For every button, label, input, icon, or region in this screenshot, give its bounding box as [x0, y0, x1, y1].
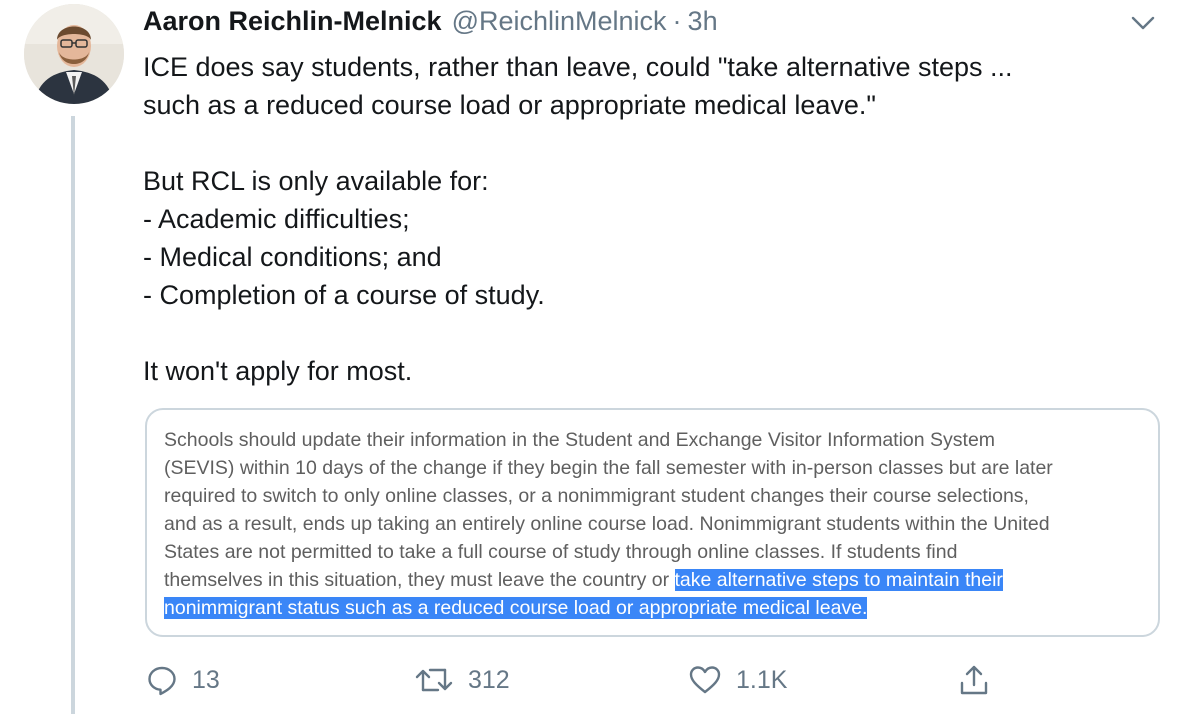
quoted-text-line: (SEVIS) within 10 days of the change if … [164, 457, 1053, 479]
retweet-count: 312 [468, 665, 510, 694]
retweet-button[interactable]: 312 [414, 655, 510, 705]
quoted-image-card[interactable]: Schools should update their information … [145, 408, 1160, 637]
share-icon [958, 663, 990, 697]
tweet-text-line [143, 314, 1163, 352]
tweet-text-line: such as a reduced course load or appropr… [143, 90, 877, 120]
tweet-actions: 13 312 1.1K [0, 655, 1190, 705]
author-handle[interactable]: @ReichlinMelnick [452, 6, 667, 37]
quoted-text-line: nonimmigrant status such as a reduced co… [164, 594, 1164, 622]
tweet-text-line: But RCL is only available for: [143, 166, 489, 196]
heart-icon [688, 664, 722, 696]
separator-dot: · [672, 6, 682, 36]
retweet-icon [414, 664, 454, 696]
avatar-image [24, 4, 124, 104]
tweet-text-line [143, 124, 1163, 162]
tweet-text-line: It won't apply for most. [143, 356, 413, 386]
quoted-text-line: and as a result, ends up taking an entir… [164, 513, 1050, 535]
author-name[interactable]: Aaron Reichlin-Melnick [143, 6, 442, 37]
chevron-down-icon[interactable] [1130, 14, 1156, 32]
tweet-text-line: - Completion of a course of study. [143, 280, 545, 310]
tweet-timestamp[interactable]: 3h [688, 6, 718, 37]
quoted-text-line: Schools should update their information … [164, 429, 996, 451]
highlighted-text: take alternative steps to maintain their [674, 569, 1003, 591]
avatar[interactable] [24, 4, 124, 104]
quoted-text-plain: themselves in this situation, they must … [164, 569, 675, 591]
reply-icon [146, 664, 178, 696]
thread-line [71, 116, 75, 714]
like-button[interactable]: 1.1K [688, 655, 787, 705]
tweet-text-line: ICE does say students, rather than leave… [143, 52, 1013, 82]
highlighted-text: nonimmigrant status such as a reduced co… [164, 597, 868, 619]
quoted-image-text: Schools should update their information … [164, 426, 1164, 622]
quoted-text-line: themselves in this situation, they must … [164, 566, 1164, 594]
share-button[interactable] [958, 655, 990, 705]
tweet-text-line: - Academic difficulties; [143, 204, 410, 234]
tweet-text: ICE does say students, rather than leave… [143, 48, 1163, 390]
quoted-text-line: States are not permitted to take a full … [164, 541, 958, 563]
quoted-text-line: required to switch to only online classe… [164, 485, 1029, 507]
reply-button[interactable]: 13 [146, 655, 220, 705]
reply-count: 13 [192, 665, 220, 694]
tweet-text-line: - Medical conditions; and [143, 242, 442, 272]
like-count: 1.1K [736, 665, 788, 694]
tweet-header: Aaron Reichlin-Melnick @ReichlinMelnick … [143, 6, 718, 40]
